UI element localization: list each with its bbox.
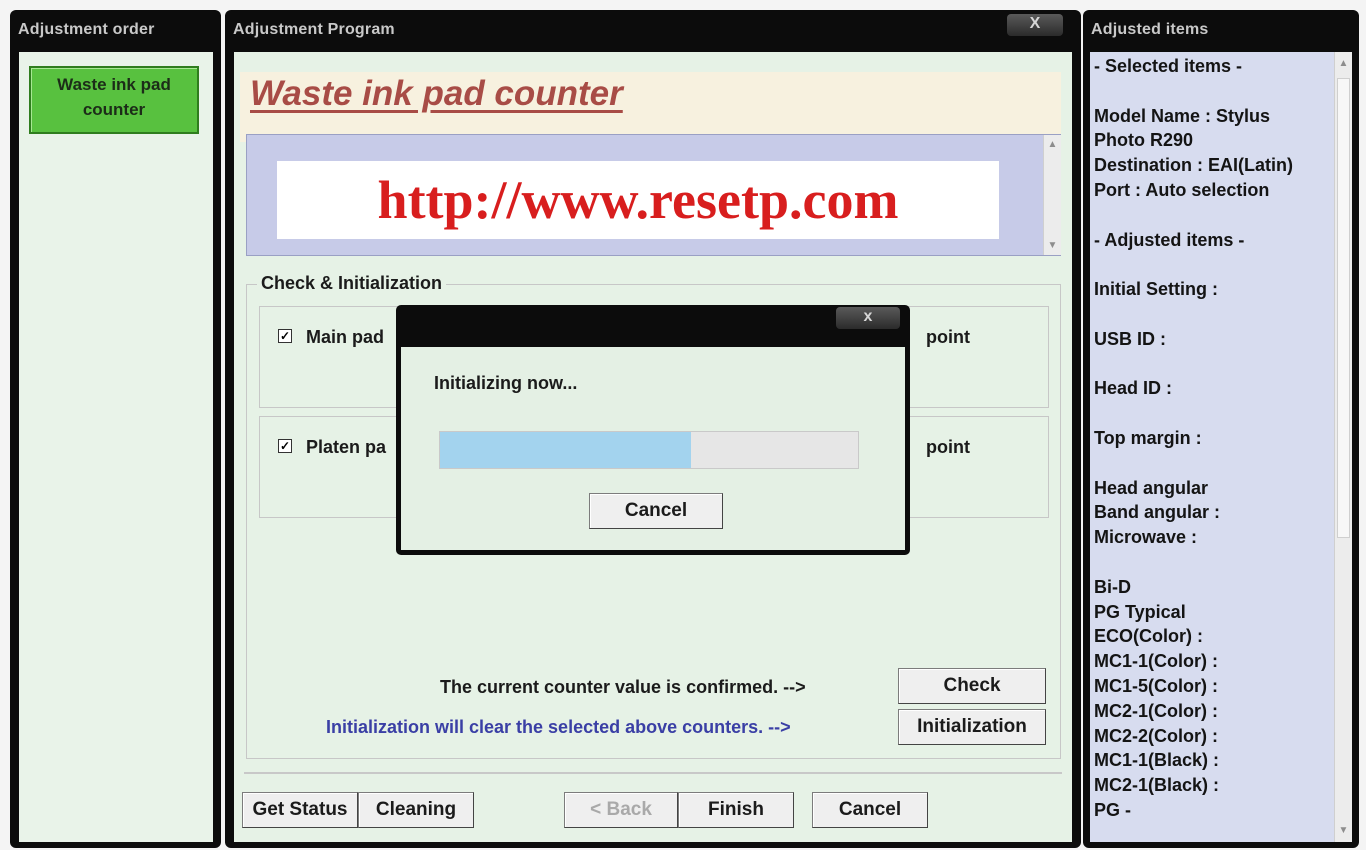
adjusted-items-list: - Selected items - Model Name : Stylus Ph… (1094, 54, 1324, 823)
adjusted-item-line: Bi-D (1094, 576, 1131, 597)
main-pad-checkbox[interactable]: ✓ (278, 329, 292, 343)
adjusted-item-line: Photo R290 (1094, 130, 1194, 151)
platen-pad-checkbox[interactable]: ✓ (278, 439, 292, 453)
scrollbar-thumb[interactable] (1337, 78, 1350, 538)
initializing-message: Initializing now... (434, 373, 578, 393)
adjusted-item-line: PG - (1094, 799, 1132, 820)
adjusted-item-line: Initial Setting : (1094, 279, 1218, 300)
adjusted-item-line: MC2-1(Black) : (1094, 775, 1220, 796)
scroll-up-icon[interactable]: ▲ (1044, 139, 1061, 150)
adjusted-item-line: Model Name : Stylus (1094, 105, 1271, 126)
adjusted-item-line: Head angular (1094, 477, 1209, 498)
adjusted-item-line (1094, 451, 1324, 476)
progress-bar (439, 431, 859, 469)
adjusted-item-line (1094, 252, 1324, 277)
dialog-body: Initializing now... Cancel (401, 347, 905, 550)
adjusted-item-line: MC2-1(Color) : (1094, 700, 1218, 721)
adjusted-item-line (1094, 401, 1324, 426)
adjusted-item-line: Top margin : (1094, 427, 1202, 448)
get-status-button[interactable]: Get Status (242, 792, 358, 828)
adjusted-item-line: Destination : EAI(Latin) (1094, 155, 1293, 176)
banner-scrollbar[interactable]: ▲ ▼ (1043, 135, 1061, 255)
cancel-button[interactable]: Cancel (812, 792, 928, 828)
window-close-button[interactable]: X (1007, 14, 1063, 36)
finish-button[interactable]: Finish (678, 792, 794, 828)
check-button[interactable]: Check (898, 668, 1046, 704)
scroll-up-icon[interactable]: ▲ (1335, 58, 1352, 69)
banner-box: http://www.resetp.com ▲ ▼ (246, 134, 1061, 256)
adjusted-item-line: - Selected items - (1094, 56, 1243, 76)
adjusted-item-line: Band angular : (1094, 502, 1221, 523)
adjustment-program-title: Adjustment Program (233, 21, 395, 38)
dialog-close-button[interactable]: x (836, 307, 900, 329)
adjusted-item-line (1094, 352, 1324, 377)
adjusted-item-line: ECO(Color) : (1094, 626, 1203, 647)
adjusted-item-line (1094, 302, 1324, 327)
adjustment-order-pane: Adjustment order Waste ink pad counter (10, 10, 221, 848)
initializing-dialog: x Initializing now... Cancel (396, 305, 910, 555)
progress-fill (440, 432, 691, 468)
adjusted-item-line: - Adjusted items - (1094, 229, 1245, 250)
cleaning-button[interactable]: Cleaning (358, 792, 474, 828)
adjusted-item-line: Microwave : (1094, 527, 1198, 548)
initialization-button[interactable]: Initialization (898, 709, 1046, 745)
adjusted-items-body: - Selected items - Model Name : Stylus Ph… (1090, 52, 1352, 842)
adjusted-item-line (1094, 79, 1324, 104)
scroll-down-icon[interactable]: ▼ (1044, 240, 1061, 251)
adjusted-items-pane: Adjusted items - Selected items - Model … (1083, 10, 1359, 848)
footer-divider (244, 772, 1062, 774)
waste-ink-pad-counter-button[interactable]: Waste ink pad counter (29, 66, 199, 134)
adjusted-item-line (1094, 550, 1324, 575)
adjusted-item-line: MC1-1(Black) : (1094, 750, 1220, 771)
back-button[interactable]: < Back (564, 792, 678, 828)
adjusted-items-scrollbar[interactable]: ▲ ▼ (1334, 52, 1352, 842)
group-title: Check & Initialization (257, 273, 447, 294)
page-title: Waste ink pad counter (250, 74, 623, 113)
adjustment-order-title: Adjustment order (18, 21, 155, 38)
platen-pad-label: Platen pa (306, 437, 387, 457)
banner-url-text: http://www.resetp.com (277, 161, 999, 239)
adjusted-item-line: MC1-5(Color) : (1094, 675, 1218, 696)
adjusted-item-line: PG Typical (1094, 601, 1186, 622)
adjusted-items-title: Adjusted items (1091, 21, 1209, 38)
scroll-down-icon[interactable]: ▼ (1335, 825, 1352, 836)
adjustment-order-body: Waste ink pad counter (19, 52, 213, 842)
adjusted-item-line: Head ID : (1094, 378, 1173, 399)
platen-pad-point-label: point (926, 437, 970, 457)
dialog-cancel-button[interactable]: Cancel (589, 493, 723, 529)
adjusted-item-line (1094, 203, 1324, 228)
title-band: Waste ink pad counter (240, 72, 1061, 142)
adjusted-item-line: Port : Auto selection (1094, 179, 1270, 200)
adjusted-item-line: MC1-1(Color) : (1094, 651, 1218, 672)
init-message: Initialization will clear the selected a… (326, 717, 791, 737)
adjusted-item-line: MC2-2(Color) : (1094, 725, 1218, 746)
main-pad-point-label: point (926, 327, 970, 347)
confirm-message: The current counter value is confirmed. … (440, 677, 806, 697)
adjusted-item-line: USB ID : (1094, 328, 1166, 349)
main-pad-label: Main pad (306, 327, 385, 347)
